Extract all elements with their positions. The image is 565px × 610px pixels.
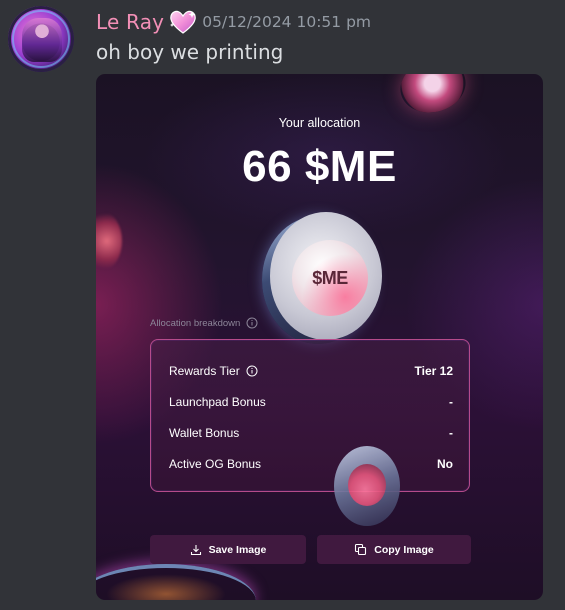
copy-icon — [355, 543, 367, 556]
coin-label: $ME — [312, 267, 348, 288]
message-text: oh boy we printing — [96, 40, 284, 64]
copy-image-button[interactable]: Copy Image — [317, 535, 471, 564]
breakdown-label-text: Allocation breakdown — [150, 317, 241, 329]
allocation-image-attachment[interactable]: Your allocation 66 $ME $ME Allocation br… — [96, 74, 543, 600]
breakdown-row-launchpad-bonus: Launchpad Bonus - — [169, 393, 453, 411]
chat-message: Le Ray 05/12/2024 10:51 pm oh boy we pri… — [0, 0, 565, 610]
breakdown-row-rewards-tier: Rewards Tier Tier 12 — [169, 362, 453, 380]
row-value: - — [449, 426, 453, 440]
avatar-figure — [22, 18, 62, 62]
breakdown-label: Allocation breakdown — [150, 317, 258, 329]
decorative-swoosh-bottom — [96, 564, 256, 600]
download-icon — [190, 544, 201, 555]
allocation-amount: 66 $ME — [242, 142, 397, 191]
breakdown-row-wallet-bonus: Wallet Bonus - — [169, 424, 453, 442]
decorative-blob-left — [96, 212, 122, 270]
username[interactable]: Le Ray — [96, 10, 164, 34]
info-icon — [246, 365, 258, 377]
allocation-breakdown-panel: Rewards Tier Tier 12 Launchpad Bonus - W… — [150, 339, 470, 492]
save-image-button[interactable]: Save Image — [150, 535, 306, 564]
decorative-glow-bottom — [106, 574, 226, 600]
decorative-coin-bottom — [334, 446, 400, 526]
me-coin-icon: $ME — [262, 212, 382, 346]
breakdown-row-active-og-bonus: Active OG Bonus No — [169, 455, 453, 473]
copy-image-label: Copy Image — [374, 543, 434, 556]
coin-center: $ME — [292, 240, 368, 316]
allocation-label: Your allocation — [278, 116, 361, 130]
save-image-label: Save Image — [208, 543, 267, 556]
user-avatar[interactable] — [8, 6, 74, 72]
info-icon — [246, 317, 258, 329]
row-value: Tier 12 — [414, 364, 453, 378]
message-header: Le Ray 05/12/2024 10:51 pm — [96, 8, 371, 36]
row-label: Wallet Bonus — [169, 426, 240, 440]
row-value: No — [437, 457, 453, 471]
sparkling-heart-icon — [168, 9, 198, 35]
decorative-coin-top-right — [394, 74, 472, 120]
row-label: Active OG Bonus — [169, 457, 262, 471]
row-name: Rewards Tier — [169, 364, 258, 378]
row-label: Rewards Tier — [169, 364, 240, 378]
message-timestamp: 05/12/2024 10:51 pm — [202, 13, 372, 31]
row-value: - — [449, 395, 453, 409]
row-label: Launchpad Bonus — [169, 395, 266, 409]
